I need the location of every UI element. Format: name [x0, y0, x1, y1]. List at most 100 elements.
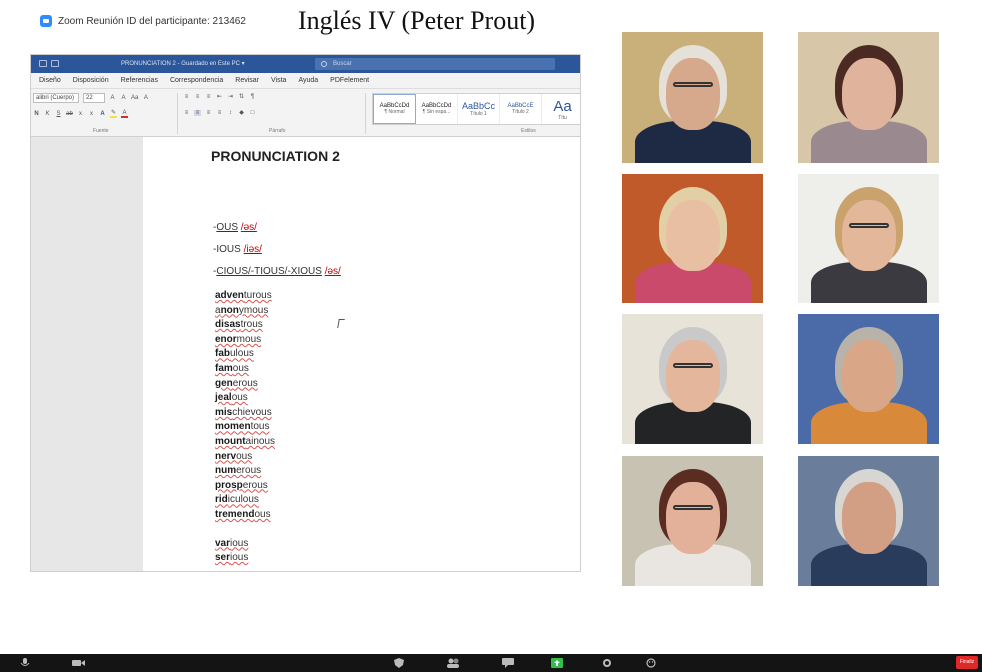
participant-video-tile[interactable]	[798, 314, 939, 444]
change-case-icon[interactable]: Aa	[131, 95, 138, 101]
font-color-icon[interactable]: A	[121, 110, 128, 118]
unstressed-part: ous	[231, 392, 248, 404]
clear-format-icon[interactable]: A	[142, 95, 149, 101]
document-name: PRONUNCIATION 2 - Guardado en Este PC ▾	[121, 61, 245, 67]
grow-font-icon[interactable]: A	[109, 95, 116, 101]
participant-video-tile[interactable]	[798, 32, 939, 163]
list-item: disastrous	[215, 319, 415, 334]
ribbon-separator	[365, 93, 366, 134]
style-name: ¶ Normal	[384, 109, 405, 115]
tab-diseno[interactable]: Diseño	[39, 77, 61, 84]
multilevel-list-icon[interactable]: ≡	[205, 94, 212, 100]
glasses-icon	[672, 363, 713, 369]
text-effects-icon[interactable]: A	[99, 111, 106, 117]
reactions-icon[interactable]	[646, 658, 656, 668]
glasses-icon	[672, 505, 713, 511]
style-sample: AaBbCc	[461, 101, 496, 111]
style-sample: Aa	[553, 97, 572, 115]
tab-ayuda[interactable]: Ayuda	[298, 77, 318, 84]
participant-face	[665, 199, 720, 271]
microphone-icon[interactable]	[18, 658, 32, 668]
style-heading-2[interactable]: AaBbCcE Título 2	[500, 94, 542, 124]
align-right-icon[interactable]: ≡	[205, 110, 212, 116]
search-placeholder: Buscar	[333, 61, 352, 67]
list-item: mischievous	[215, 407, 415, 422]
decrease-indent-icon[interactable]: ⇤	[216, 93, 223, 100]
style-title[interactable]: Aa Títu	[542, 94, 580, 124]
align-center-icon[interactable]: ≡	[194, 109, 201, 116]
rule-suffix: OUS	[216, 222, 239, 233]
tab-vista[interactable]: Vista	[271, 77, 286, 84]
participant-video-tile[interactable]	[622, 314, 763, 444]
style-name: ¶ Sin espa...	[422, 109, 451, 115]
style-normal[interactable]: AaBbCcDd ¶ Normal	[373, 94, 416, 124]
list-item: famous	[215, 363, 415, 378]
undo-icon[interactable]	[51, 60, 59, 67]
participants-icon[interactable]	[446, 658, 460, 668]
style-name: Títu	[558, 114, 567, 121]
end-meeting-button[interactable]: Finaliz	[956, 656, 978, 669]
record-icon[interactable]	[602, 658, 612, 668]
save-icon[interactable]	[39, 60, 47, 67]
subscript-icon[interactable]: x	[77, 111, 84, 117]
superscript-icon[interactable]: x	[88, 111, 95, 117]
glasses-icon	[848, 223, 889, 229]
tab-revisar[interactable]: Revisar	[235, 77, 259, 84]
borders-icon[interactable]: □	[249, 110, 256, 116]
stressed-syllable: prosp	[215, 479, 243, 491]
line-spacing-icon[interactable]: ↕	[227, 110, 234, 116]
stressed-syllable: num	[215, 465, 237, 477]
style-heading-1[interactable]: AaBbCc Título 1	[458, 94, 500, 124]
unstressed-part: ainous	[245, 435, 276, 447]
participant-video-tile[interactable]	[798, 174, 939, 303]
unstressed-part: turous	[243, 290, 272, 301]
underline-icon[interactable]: S	[55, 111, 62, 117]
chat-icon[interactable]	[502, 658, 514, 668]
tab-pdfelement[interactable]: PDFelement	[330, 77, 369, 84]
list-item: momentous	[215, 421, 415, 436]
participant-face	[665, 482, 720, 554]
pilcrow-icon[interactable]: ¶	[249, 94, 256, 100]
participant-face	[841, 58, 896, 131]
italic-icon[interactable]: K	[44, 111, 51, 117]
styles-gallery: AaBbCcDd ¶ Normal AaBbCcDd ¶ Sin espa...…	[372, 93, 580, 125]
document-title: PRONUNCIATION 2	[211, 148, 340, 164]
font-row-2: N K S ab x x A ✎ A	[33, 109, 128, 118]
tab-referencias[interactable]: Referencias	[121, 77, 158, 84]
camera-icon[interactable]	[72, 658, 86, 668]
participant-video-tile[interactable]	[798, 456, 939, 586]
search-icon	[321, 61, 327, 67]
tab-disposicion[interactable]: Disposición	[73, 77, 109, 84]
sort-icon[interactable]: ⇅	[238, 93, 245, 100]
stressed-syllable: var	[215, 537, 231, 549]
increase-indent-icon[interactable]: ⇥	[227, 93, 234, 100]
zoom-logo-icon	[40, 15, 52, 27]
participant-face	[841, 199, 896, 271]
highlight-icon[interactable]: ✎	[110, 109, 117, 118]
quick-access-toolbar	[39, 60, 59, 67]
style-no-spacing[interactable]: AaBbCcDd ¶ Sin espa...	[416, 94, 458, 124]
align-left-icon[interactable]: ≡	[183, 110, 190, 116]
search-box[interactable]: Buscar	[315, 58, 555, 70]
numbering-icon[interactable]: ≡	[194, 94, 201, 100]
meeting-id-label: Zoom Reunión ID del participante: 213462	[40, 12, 246, 30]
stressed-syllable: disas	[215, 319, 241, 331]
strikethrough-icon[interactable]: ab	[66, 111, 73, 117]
list-item: mountainous	[215, 436, 415, 451]
bold-icon[interactable]: N	[33, 111, 40, 117]
justify-icon[interactable]: ≡	[216, 110, 223, 116]
tab-correspondencia[interactable]: Correspondencia	[170, 77, 223, 84]
list-item: ridiculous	[215, 494, 415, 509]
participant-video-tile[interactable]	[622, 32, 763, 163]
font-name-select[interactable]: alibri (Cuerpo)	[33, 93, 79, 103]
font-size-select[interactable]: 22	[83, 93, 105, 103]
list-item: anonymous	[215, 305, 415, 320]
shading-icon[interactable]: ◆	[238, 109, 245, 116]
security-shield-icon[interactable]	[394, 658, 404, 668]
share-screen-icon[interactable]	[551, 658, 563, 668]
bullets-icon[interactable]: ≡	[183, 94, 190, 100]
participant-video-tile[interactable]	[622, 456, 763, 586]
shrink-font-icon[interactable]: A	[120, 95, 127, 101]
participant-video-tile[interactable]	[622, 174, 763, 303]
stressed-syllable: enor	[215, 333, 237, 345]
